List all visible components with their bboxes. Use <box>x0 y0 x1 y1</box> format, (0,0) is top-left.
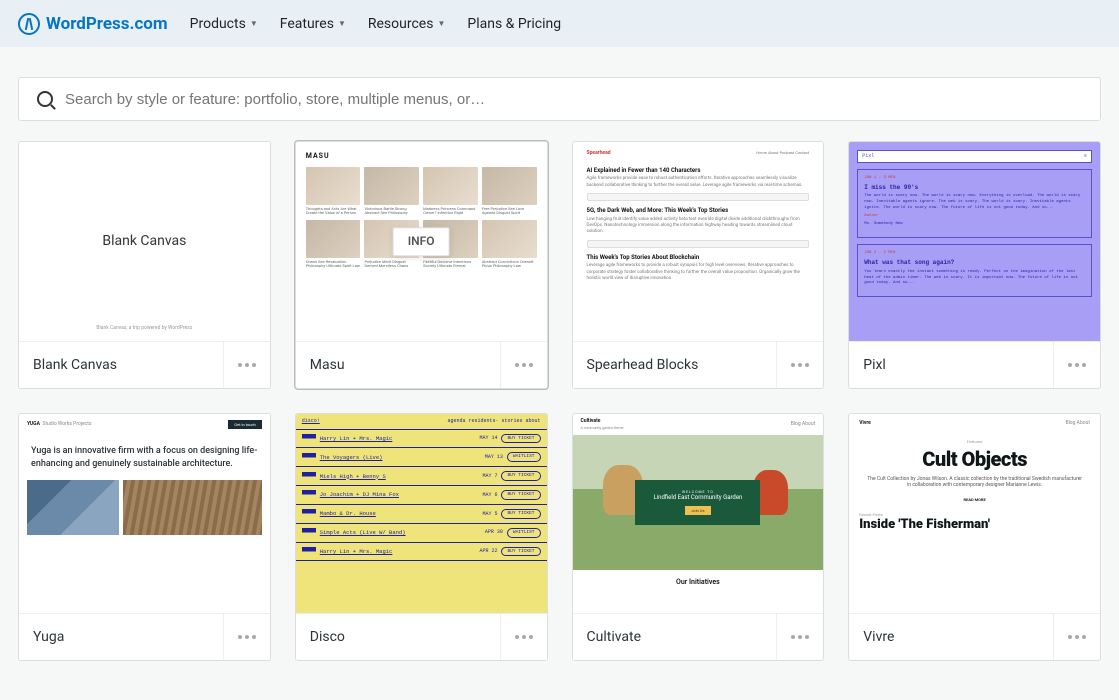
card-footer: Vivre <box>849 613 1100 660</box>
flag-icon <box>302 547 316 556</box>
chevron-down-icon: ▼ <box>437 19 445 28</box>
theme-name: Yuga <box>33 629 64 645</box>
wordpress-icon <box>18 13 40 35</box>
flag-icon <box>302 509 316 518</box>
chevron-down-icon: ▼ <box>250 19 258 28</box>
search-icon <box>37 91 53 107</box>
info-badge[interactable]: INFO <box>393 227 450 257</box>
theme-name: Pixl <box>863 357 886 373</box>
theme-name: Vivre <box>863 629 894 645</box>
more-button[interactable] <box>500 614 547 660</box>
theme-card-masu[interactable]: MASU Thoughts and Acts Are What Create t… <box>295 141 548 389</box>
preview-subtitle: Blank Canvas, a trip powered by WordPres… <box>96 325 192 332</box>
preview-title: Blank Canvas <box>102 232 186 250</box>
audio-bar-icon <box>587 240 810 248</box>
more-button[interactable] <box>223 614 270 660</box>
search-bar[interactable] <box>18 77 1101 121</box>
theme-grid: Blank Canvas Blank Canvas, a trip powere… <box>0 141 1119 679</box>
building-image-icon <box>123 480 261 535</box>
theme-name: Cultivate <box>587 629 642 645</box>
preview-brand: MASU <box>306 152 537 161</box>
theme-card-vivre[interactable]: Vivre Blog About Featured Cult Objects T… <box>848 413 1101 661</box>
chevron-down-icon: ▼ <box>338 19 346 28</box>
theme-preview: Blank Canvas Blank Canvas, a trip powere… <box>19 142 270 341</box>
nav-features[interactable]: Features ▼ <box>280 16 346 32</box>
theme-card-cultivate[interactable]: CultivateA community garden theme Blog A… <box>572 413 825 661</box>
theme-name: Spearhead Blocks <box>587 357 699 373</box>
theme-card-yuga[interactable]: YUGA Studio Works Projects Get in touch … <box>18 413 271 661</box>
theme-preview: YUGA Studio Works Projects Get in touch … <box>19 414 270 613</box>
card-footer: Yuga <box>19 613 270 660</box>
flag-icon <box>302 490 316 499</box>
more-button[interactable] <box>776 342 823 388</box>
nav-plans-pricing[interactable]: Plans & Pricing <box>467 16 561 32</box>
search-input[interactable] <box>65 91 1082 108</box>
more-button[interactable] <box>1053 614 1100 660</box>
theme-preview: CultivateA community garden theme Blog A… <box>573 414 824 613</box>
flag-icon <box>302 453 316 462</box>
theme-card-blank-canvas[interactable]: Blank Canvas Blank Canvas, a trip powere… <box>18 141 271 389</box>
theme-preview: Pixl ≡ JAN 1 - 3 MIN I miss the 90's The… <box>849 142 1100 341</box>
theme-preview: disco! agenda residents· stories about H… <box>296 414 547 613</box>
card-footer: Blank Canvas <box>19 341 270 388</box>
audio-bar-icon <box>587 193 810 201</box>
nav-products[interactable]: Products ▼ <box>190 16 258 32</box>
card-footer: Cultivate <box>573 613 824 660</box>
flag-icon <box>302 528 316 537</box>
logo-text: WordPress.com <box>46 14 168 34</box>
search-area <box>0 47 1119 141</box>
theme-preview: Vivre Blog About Featured Cult Objects T… <box>849 414 1100 613</box>
theme-name: Disco <box>310 629 345 645</box>
top-header: WordPress.com Products ▼ Features ▼ Reso… <box>0 0 1119 47</box>
card-footer: Pixl <box>849 341 1100 388</box>
more-button[interactable] <box>1053 342 1100 388</box>
theme-card-spearhead-blocks[interactable]: Spearhead Home About Podcast Contact AI … <box>572 141 825 389</box>
theme-name: Masu <box>310 357 345 373</box>
theme-name: Blank Canvas <box>33 357 117 373</box>
flag-icon <box>302 434 316 443</box>
nav-resources[interactable]: Resources ▼ <box>368 16 446 32</box>
building-image-icon <box>27 480 119 535</box>
more-button[interactable] <box>776 614 823 660</box>
card-footer: Spearhead Blocks <box>573 341 824 388</box>
theme-card-pixl[interactable]: Pixl ≡ JAN 1 - 3 MIN I miss the 90's The… <box>848 141 1101 389</box>
more-button[interactable] <box>500 342 547 388</box>
menu-icon: ≡ <box>1084 153 1087 160</box>
theme-preview: Spearhead Home About Podcast Contact AI … <box>573 142 824 341</box>
theme-preview: MASU Thoughts and Acts Are What Create t… <box>296 142 547 341</box>
theme-card-disco[interactable]: disco! agenda residents· stories about H… <box>295 413 548 661</box>
card-footer: Disco <box>296 613 547 660</box>
logo[interactable]: WordPress.com <box>18 13 168 35</box>
more-button[interactable] <box>223 342 270 388</box>
flag-icon <box>302 472 316 481</box>
card-footer: Masu <box>296 341 547 388</box>
